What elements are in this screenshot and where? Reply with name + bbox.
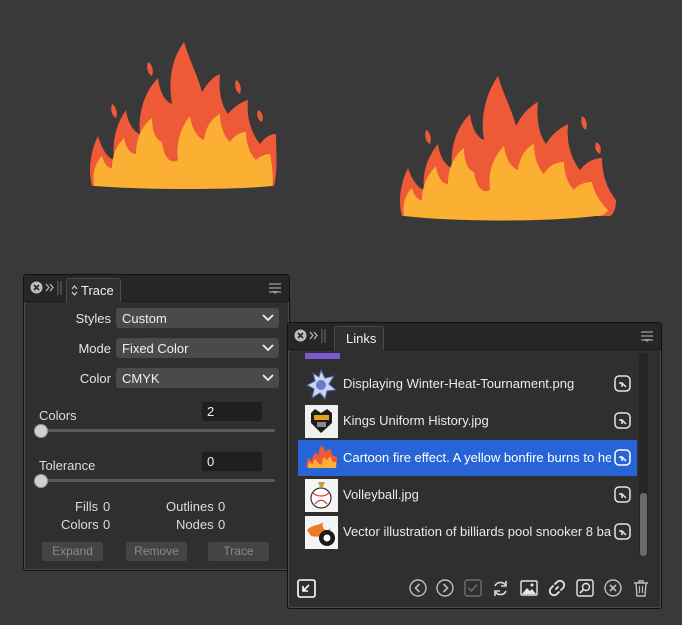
panel-menu-icon[interactable] — [641, 330, 653, 342]
grip-icon[interactable] — [321, 329, 327, 343]
mode-label: Mode — [78, 341, 111, 356]
link-name: Displaying Winter-Heat-Tournament.png — [343, 376, 575, 391]
chain-link-icon[interactable] — [548, 579, 566, 597]
trace-panel-titlebar[interactable]: Trace — [24, 275, 289, 302]
close-panel-icon[interactable] — [294, 329, 307, 342]
colors-stat-value: 0 — [103, 517, 111, 532]
embedded-status-icon[interactable] — [614, 412, 631, 429]
thumbnail-volleyball — [305, 479, 338, 512]
trash-icon[interactable] — [632, 579, 650, 597]
chevron-down-icon — [262, 344, 274, 352]
link-row-1[interactable]: Displaying Winter-Heat-Tournament.png — [298, 366, 637, 402]
image-icon[interactable] — [520, 579, 538, 597]
unlink-icon[interactable] — [604, 579, 622, 597]
thumbnail-fire — [306, 445, 337, 468]
refresh-icon[interactable] — [491, 579, 510, 598]
links-scrollbar-thumb[interactable] — [640, 493, 647, 556]
link-row-3[interactable]: Cartoon fire effect. A yellow bonfire bu… — [298, 440, 637, 476]
embedded-status-icon[interactable] — [614, 523, 631, 540]
tolerance-slider-track[interactable] — [38, 479, 275, 482]
tab-trace-label: Trace — [81, 283, 114, 298]
tab-trace[interactable]: Trace — [66, 278, 121, 302]
outlines-value: 0 — [218, 499, 226, 514]
tolerance-slider-knob[interactable] — [34, 474, 48, 488]
thumbnail-tournament-logo — [305, 368, 338, 401]
colors-slider-knob[interactable] — [34, 424, 48, 438]
nodes-label: Nodes — [176, 517, 214, 532]
link-row-4[interactable]: Volleyball.jpg — [298, 477, 637, 513]
partial-thumbnail — [305, 353, 340, 359]
color-label: Color — [79, 371, 111, 386]
link-name: Volleyball.jpg — [343, 487, 419, 502]
thumbnail-billiards — [305, 516, 338, 549]
mode-select[interactable]: Fixed Color — [116, 338, 279, 358]
checkbox-icon[interactable] — [464, 579, 482, 597]
tab-links[interactable]: Links — [334, 326, 384, 350]
embedded-status-icon[interactable] — [614, 486, 631, 503]
links-scrollbar[interactable] — [639, 353, 648, 556]
trace-button[interactable]: Trace — [208, 542, 269, 561]
outlines-label: Outlines — [166, 499, 214, 514]
chevron-down-icon — [262, 314, 274, 322]
grip-icon[interactable] — [57, 281, 63, 295]
find-icon[interactable] — [576, 579, 594, 597]
link-name: Kings Uniform History.jpg — [343, 413, 489, 428]
color-value: CMYK — [122, 371, 160, 386]
trace-panel: Trace Styles Custom Mode Fixed Color Col… — [23, 274, 290, 571]
embedded-status-icon[interactable] — [614, 375, 631, 392]
collapse-panel-icon[interactable] — [45, 283, 54, 292]
thumbnail-kings-logo — [305, 405, 338, 438]
colors-stat-label: Colors — [61, 517, 99, 532]
expand-button[interactable]: Expand — [42, 542, 103, 561]
next-icon[interactable] — [436, 579, 454, 597]
fills-label: Fills — [75, 499, 99, 514]
flame-image-right[interactable] — [396, 72, 622, 222]
nodes-value: 0 — [218, 517, 226, 532]
collapse-panel-icon[interactable] — [309, 331, 318, 340]
tolerance-input[interactable]: 0 — [202, 452, 262, 471]
link-row-2[interactable]: Kings Uniform History.jpg — [298, 403, 637, 439]
link-row-5[interactable]: Vector illustration of billiards pool sn… — [298, 514, 637, 550]
embedded-status-icon[interactable] — [614, 449, 631, 466]
mode-value: Fixed Color — [122, 341, 189, 356]
remove-button[interactable]: Remove — [126, 542, 187, 561]
styles-value: Custom — [122, 311, 167, 326]
colors-slider-label: Colors — [39, 408, 77, 423]
close-panel-icon[interactable] — [30, 281, 43, 294]
panel-menu-icon[interactable] — [269, 282, 281, 294]
previous-icon[interactable] — [409, 579, 427, 597]
color-select[interactable]: CMYK — [116, 368, 279, 388]
link-name: Cartoon fire effect. A yellow bonfire bu… — [343, 450, 611, 465]
flame-image-left[interactable] — [86, 40, 282, 190]
fills-value: 0 — [103, 499, 111, 514]
colors-slider-track[interactable] — [38, 429, 275, 432]
tab-links-label: Links — [346, 331, 377, 346]
link-name: Vector illustration of billiards pool sn… — [343, 524, 611, 539]
links-panel-titlebar[interactable]: Links — [288, 323, 661, 350]
chevron-down-icon — [262, 374, 274, 382]
styles-label: Styles — [75, 311, 111, 326]
links-panel: Links Displaying Winter-Heat-Tournament.… — [287, 322, 662, 609]
tolerance-slider-label: Tolerance — [39, 458, 96, 473]
place-link-icon[interactable] — [297, 579, 316, 598]
colors-input[interactable]: 2 — [202, 402, 262, 421]
styles-select[interactable]: Custom — [116, 308, 279, 328]
tab-updown-icon — [71, 285, 78, 296]
